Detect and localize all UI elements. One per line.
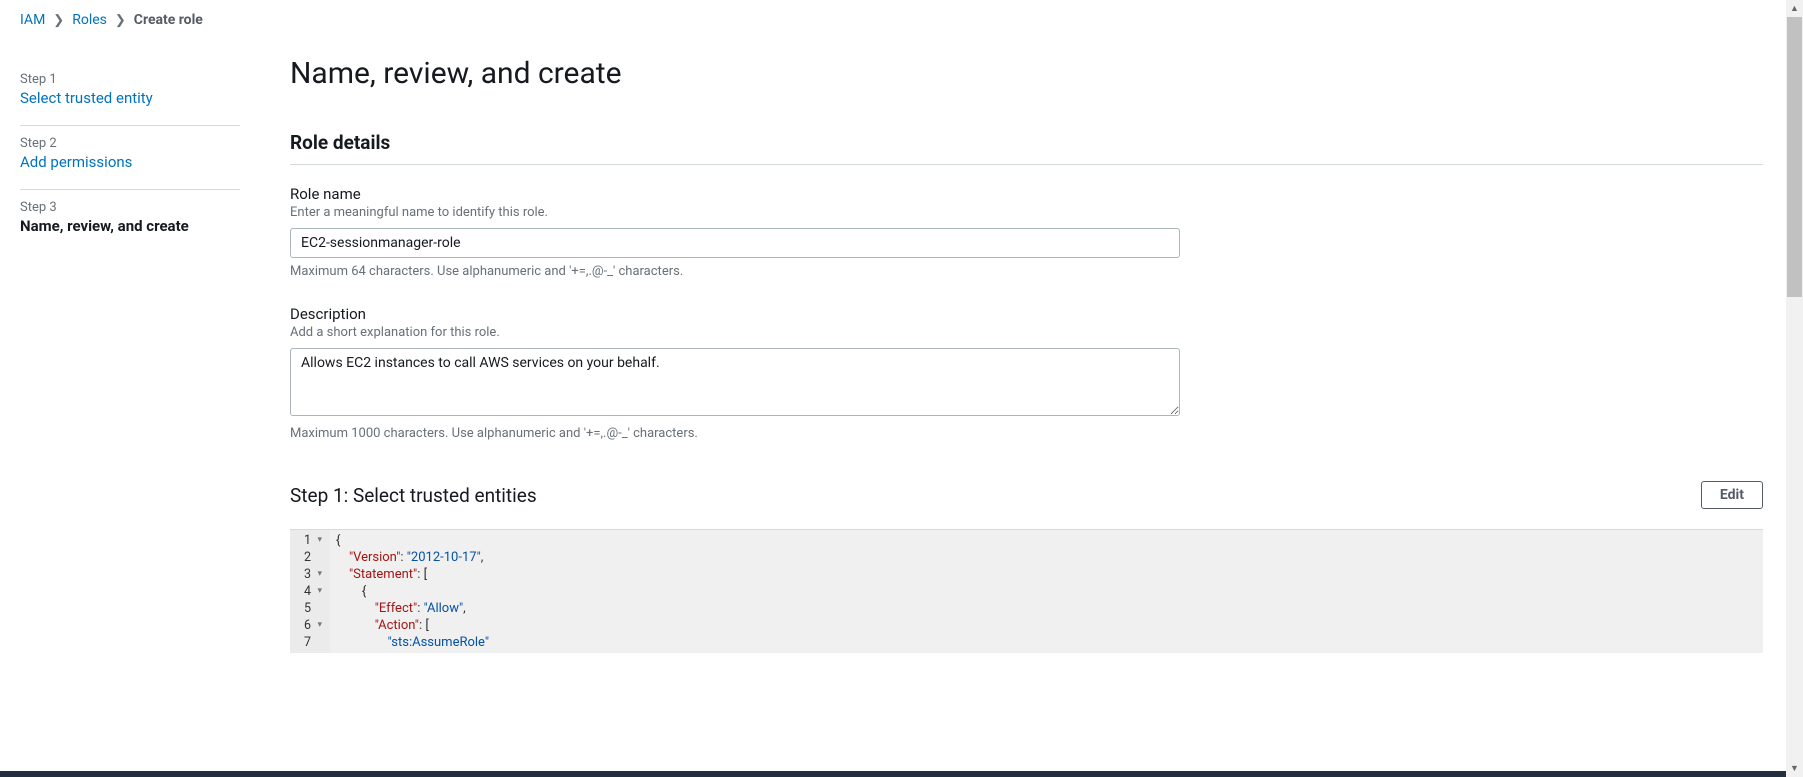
role-name-group: Role name Enter a meaningful name to ide… [290, 185, 1180, 279]
page-title: Name, review, and create [290, 56, 1763, 91]
trust-policy-editor: 1▾23▾4▾56▾7 { "Version": "2012-10-17", "… [290, 529, 1763, 653]
edit-button[interactable]: Edit [1701, 481, 1763, 509]
step-title[interactable]: Add permissions [20, 153, 240, 171]
description-hint: Add a short explanation for this role. [290, 325, 1180, 340]
chevron-right-icon: ❯ [53, 13, 64, 28]
breadcrumb-current: Create role [134, 12, 203, 28]
description-help: Maximum 1000 characters. Use alphanumeri… [290, 426, 1180, 441]
code-body[interactable]: { "Version": "2012-10-17", "Statement": … [330, 530, 495, 653]
role-name-help: Maximum 64 characters. Use alphanumeric … [290, 264, 1180, 279]
step-title-current: Name, review, and create [20, 217, 240, 235]
breadcrumb: IAM ❯ Roles ❯ Create role [0, 0, 1803, 40]
breadcrumb-roles[interactable]: Roles [72, 12, 107, 28]
step-number: Step 3 [20, 200, 240, 215]
wizard-steps-sidebar: Step 1 Select trusted entity Step 2 Add … [20, 40, 290, 777]
role-details-heading: Role details [290, 131, 1763, 165]
step-number: Step 1 [20, 72, 240, 87]
step-3: Step 3 Name, review, and create [20, 190, 240, 253]
step-title[interactable]: Select trusted entity [20, 89, 240, 107]
main-content: Name, review, and create Role details Ro… [290, 40, 1783, 777]
code-gutter: 1▾23▾4▾56▾7 [290, 530, 330, 653]
scroll-up-arrow-icon[interactable]: ▲ [1786, 0, 1803, 17]
role-name-input[interactable] [290, 228, 1180, 258]
role-name-label: Role name [290, 185, 1180, 203]
bottom-bar [0, 771, 1786, 777]
description-textarea[interactable] [290, 348, 1180, 416]
trusted-entities-header: Step 1: Select trusted entities Edit [290, 481, 1763, 509]
role-name-hint: Enter a meaningful name to identify this… [290, 205, 1180, 220]
scroll-thumb[interactable] [1787, 17, 1802, 297]
step-2[interactable]: Step 2 Add permissions [20, 126, 240, 190]
breadcrumb-iam[interactable]: IAM [20, 12, 45, 28]
step-1[interactable]: Step 1 Select trusted entity [20, 62, 240, 126]
trusted-entities-title: Step 1: Select trusted entities [290, 484, 537, 507]
step-number: Step 2 [20, 136, 240, 151]
vertical-scrollbar[interactable]: ▲ ▼ [1786, 0, 1803, 777]
description-group: Description Add a short explanation for … [290, 305, 1180, 441]
description-label: Description [290, 305, 1180, 323]
scroll-down-arrow-icon[interactable]: ▼ [1786, 760, 1803, 777]
chevron-right-icon: ❯ [115, 13, 126, 28]
